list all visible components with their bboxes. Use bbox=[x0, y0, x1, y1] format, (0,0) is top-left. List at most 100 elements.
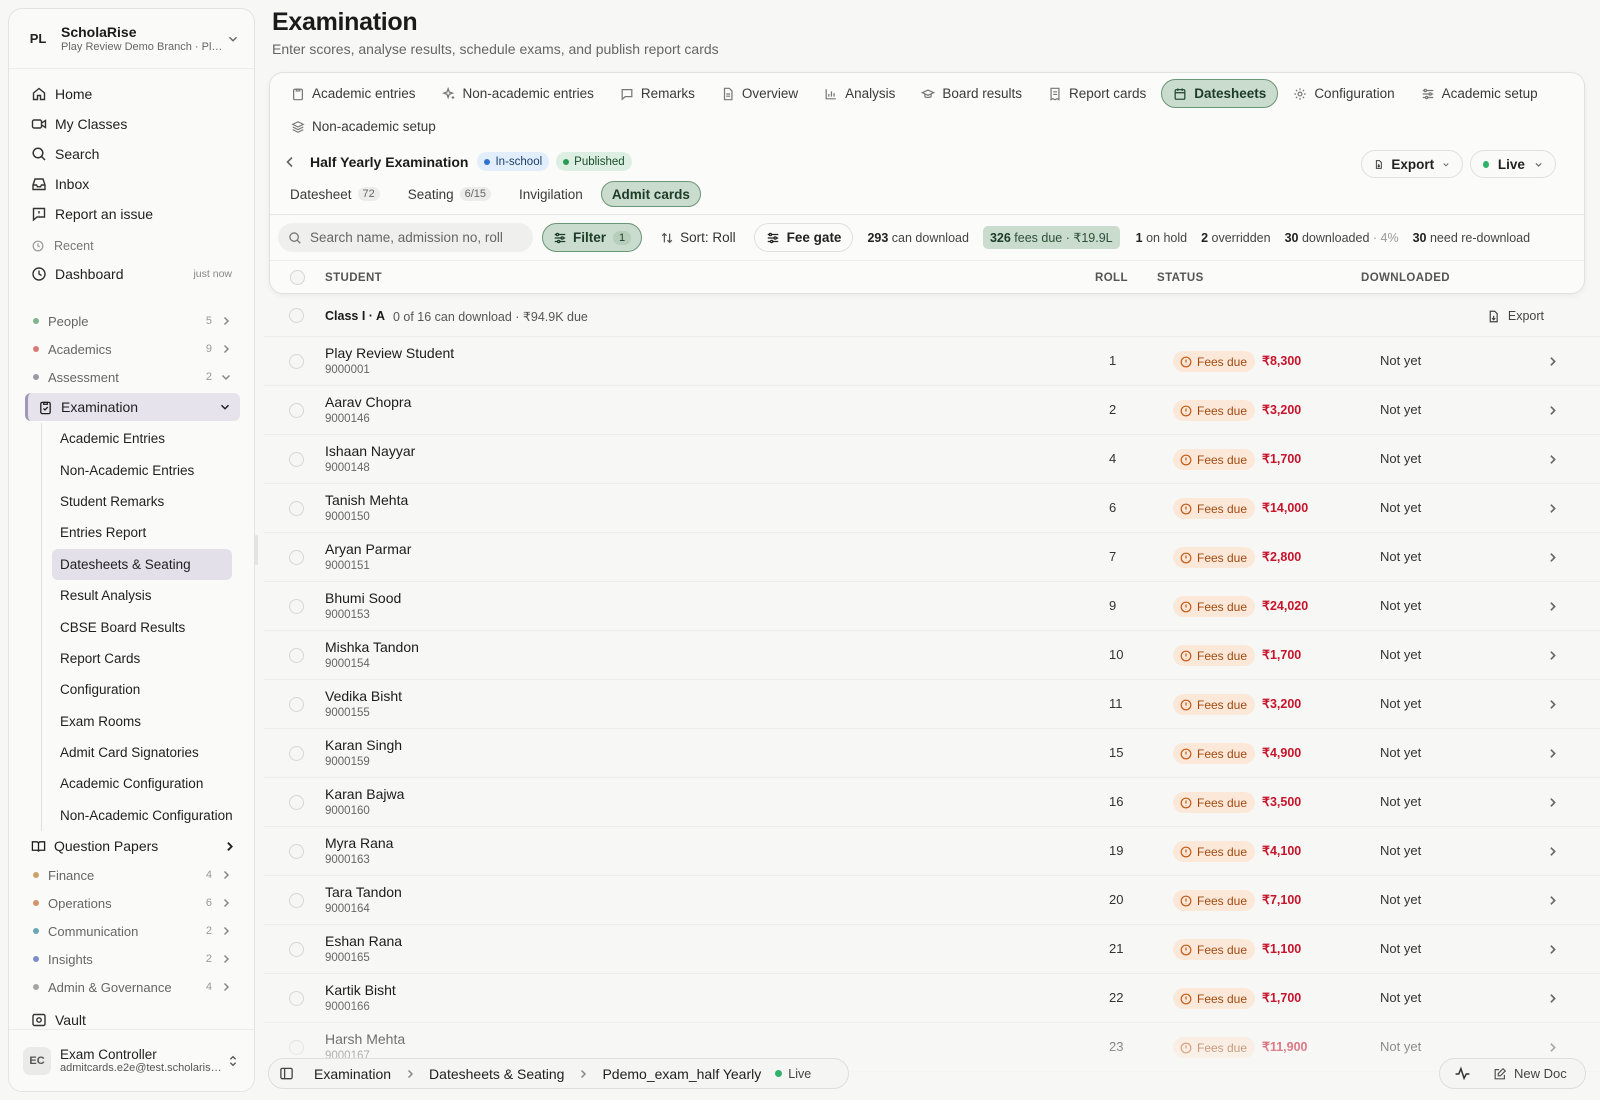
submenu-configuration[interactable]: Configuration bbox=[52, 674, 232, 705]
chevron-right-icon[interactable] bbox=[1546, 404, 1559, 417]
new-doc-button[interactable]: New Doc bbox=[1493, 1066, 1567, 1081]
submenu-exam-rooms[interactable]: Exam Rooms bbox=[52, 706, 232, 737]
select-all-checkbox[interactable] bbox=[290, 270, 305, 285]
tab-configuration[interactable]: Configuration bbox=[1282, 79, 1405, 108]
nav-my-classes[interactable]: My Classes bbox=[19, 109, 244, 139]
row-checkbox[interactable] bbox=[289, 550, 304, 565]
submenu-result-analysis[interactable]: Result Analysis bbox=[52, 580, 232, 611]
row-checkbox[interactable] bbox=[289, 599, 304, 614]
nav-group-communication[interactable]: Communication 2 bbox=[19, 917, 244, 945]
breadcrumb-examination[interactable]: Examination bbox=[314, 1066, 391, 1082]
table-row[interactable]: Bhumi Sood 9000153 9 Fees due ₹24,020 Not yet bbox=[264, 582, 1600, 631]
submenu-cbse-board-results[interactable]: CBSE Board Results bbox=[52, 611, 232, 642]
chevron-right-icon[interactable] bbox=[1546, 600, 1559, 613]
subtab-datesheet[interactable]: Datesheet 72 bbox=[280, 181, 390, 207]
export-dropdown-button[interactable]: Export bbox=[1361, 150, 1463, 178]
nav-group-finance[interactable]: Finance 4 bbox=[19, 861, 244, 889]
stat-fees-due[interactable]: 326 fees due · ₹19.9L bbox=[982, 226, 1120, 249]
nav-inbox[interactable]: Inbox bbox=[19, 169, 244, 199]
chevron-right-icon[interactable] bbox=[1546, 502, 1559, 515]
stat-can-download[interactable]: 293 can download bbox=[867, 231, 969, 245]
chevron-right-icon[interactable] bbox=[1546, 747, 1559, 760]
col-downloaded[interactable]: DOWNLOADED bbox=[1361, 272, 1450, 284]
row-checkbox[interactable] bbox=[289, 648, 304, 663]
chevron-right-icon[interactable] bbox=[1546, 845, 1559, 858]
chevron-right-icon[interactable] bbox=[1546, 796, 1559, 809]
chevron-right-icon[interactable] bbox=[1546, 649, 1559, 662]
tab-remarks[interactable]: Remarks bbox=[609, 79, 706, 108]
search-input[interactable] bbox=[310, 230, 510, 245]
subtab-admit-cards[interactable]: Admit cards bbox=[600, 181, 701, 207]
row-checkbox[interactable] bbox=[289, 697, 304, 712]
back-chevron-icon[interactable] bbox=[282, 154, 298, 170]
chevron-right-icon[interactable] bbox=[1546, 551, 1559, 564]
nav-group-insights[interactable]: Insights 2 bbox=[19, 945, 244, 973]
nav-report-issue[interactable]: Report an issue bbox=[19, 199, 244, 229]
chevron-right-icon[interactable] bbox=[1546, 698, 1559, 711]
tab-board-results[interactable]: Board results bbox=[910, 79, 1033, 108]
row-checkbox[interactable] bbox=[289, 354, 304, 369]
sidebar-toggle-icon[interactable] bbox=[279, 1066, 294, 1081]
submenu-entries-report[interactable]: Entries Report bbox=[52, 517, 232, 548]
table-row[interactable]: Eshan Rana 9000165 21 Fees due ₹1,100 Not yet bbox=[264, 925, 1600, 974]
sort-button[interactable]: Sort: Roll bbox=[654, 223, 742, 252]
stat-overridden[interactable]: 2 overridden bbox=[1201, 231, 1271, 245]
tab-report-cards[interactable]: Report cards bbox=[1037, 79, 1157, 108]
tab-analysis[interactable]: Analysis bbox=[813, 79, 906, 108]
submenu-student-remarks[interactable]: Student Remarks bbox=[52, 486, 232, 517]
group-export-button[interactable]: Export bbox=[1487, 309, 1544, 323]
activity-pulse-icon[interactable] bbox=[1454, 1065, 1471, 1082]
tab-academic-setup[interactable]: Academic setup bbox=[1410, 79, 1549, 108]
submenu-non-academic-configuration[interactable]: Non-Academic Configuration bbox=[52, 800, 232, 831]
user-menu[interactable]: EC Exam Controller admitcards.e2e@test.s… bbox=[9, 1029, 254, 1091]
table-row[interactable]: Tara Tandon 9000164 20 Fees due ₹7,100 Not ye… bbox=[264, 876, 1600, 925]
submenu-non-academic-entries[interactable]: Non-Academic Entries bbox=[52, 454, 232, 485]
col-status[interactable]: STATUS bbox=[1157, 272, 1204, 284]
subtab-seating[interactable]: Seating 6/15 bbox=[398, 181, 501, 207]
table-row[interactable]: Ishaan Nayyar 9000148 4 Fees due ₹1,700 Not y… bbox=[264, 435, 1600, 484]
row-checkbox[interactable] bbox=[289, 452, 304, 467]
nav-search[interactable]: Search bbox=[19, 139, 244, 169]
table-row[interactable]: Kartik Bisht 9000166 22 Fees due ₹1,700 Not y… bbox=[264, 974, 1600, 1023]
submenu-datesheets-seating[interactable]: Datesheets & Seating bbox=[52, 548, 232, 580]
recent-dashboard[interactable]: Dashboard just now bbox=[19, 259, 244, 289]
table-row[interactable]: Play Review Student 9000001 1 Fees due ₹8,30… bbox=[264, 337, 1600, 386]
tab-non-academic-setup[interactable]: Non-academic setup bbox=[280, 112, 447, 141]
filter-button[interactable]: Filter 1 bbox=[542, 223, 643, 252]
row-checkbox[interactable] bbox=[289, 746, 304, 761]
breadcrumb-current-exam[interactable]: Pdemo_exam_half Yearly bbox=[602, 1066, 761, 1082]
stat-on-hold[interactable]: 1 on hold bbox=[1136, 231, 1187, 245]
org-switcher[interactable]: PL ScholaRise Play Review Demo Branch · … bbox=[9, 9, 254, 69]
table-row[interactable]: Aryan Parmar 9000151 7 Fees due ₹2,800 Not ye… bbox=[264, 533, 1600, 582]
chevron-right-icon[interactable] bbox=[1546, 894, 1559, 907]
stat-downloaded[interactable]: 30 downloaded · 4% bbox=[1285, 231, 1399, 245]
nav-group-people[interactable]: People 5 bbox=[19, 307, 244, 335]
table-row[interactable]: Mishka Tandon 9000154 10 Fees due ₹1,700 Not … bbox=[264, 631, 1600, 680]
row-checkbox[interactable] bbox=[289, 991, 304, 1006]
submenu-academic-entries[interactable]: Academic Entries bbox=[52, 423, 232, 454]
row-checkbox[interactable] bbox=[289, 844, 304, 859]
table-row[interactable]: Karan Singh 9000159 15 Fees due ₹4,900 Not ye… bbox=[264, 729, 1600, 778]
live-status-dropdown[interactable]: Live bbox=[1470, 150, 1556, 178]
chevron-right-icon[interactable] bbox=[1546, 943, 1559, 956]
tab-datesheets[interactable]: Datesheets bbox=[1161, 79, 1279, 108]
breadcrumb-datesheets-seating[interactable]: Datesheets & Seating bbox=[429, 1066, 564, 1082]
search-box[interactable] bbox=[278, 223, 533, 252]
tab-overview[interactable]: Overview bbox=[710, 79, 809, 108]
row-checkbox[interactable] bbox=[289, 893, 304, 908]
nav-group-academics[interactable]: Academics 9 bbox=[19, 335, 244, 363]
submenu-academic-configuration[interactable]: Academic Configuration bbox=[52, 768, 232, 799]
sidebar-resize-handle[interactable] bbox=[255, 535, 258, 565]
col-student[interactable]: STUDENT bbox=[325, 272, 382, 284]
nav-examination[interactable]: Examination bbox=[25, 393, 240, 421]
tab-non-academic-entries[interactable]: Non-academic entries bbox=[431, 79, 605, 108]
chevron-right-icon[interactable] bbox=[1546, 1041, 1559, 1054]
subtab-invigilation[interactable]: Invigilation bbox=[509, 181, 593, 207]
nav-home[interactable]: Home bbox=[19, 79, 244, 109]
group-checkbox[interactable] bbox=[289, 308, 304, 323]
row-checkbox[interactable] bbox=[289, 942, 304, 957]
class-group-row[interactable]: Class I · A 0 of 16 can download · ₹94.9… bbox=[264, 296, 1600, 337]
nav-question-papers[interactable]: Question Papers bbox=[19, 831, 244, 861]
nav-group-assessment[interactable]: Assessment 2 bbox=[19, 363, 244, 391]
col-roll[interactable]: ROLL bbox=[1095, 272, 1128, 284]
